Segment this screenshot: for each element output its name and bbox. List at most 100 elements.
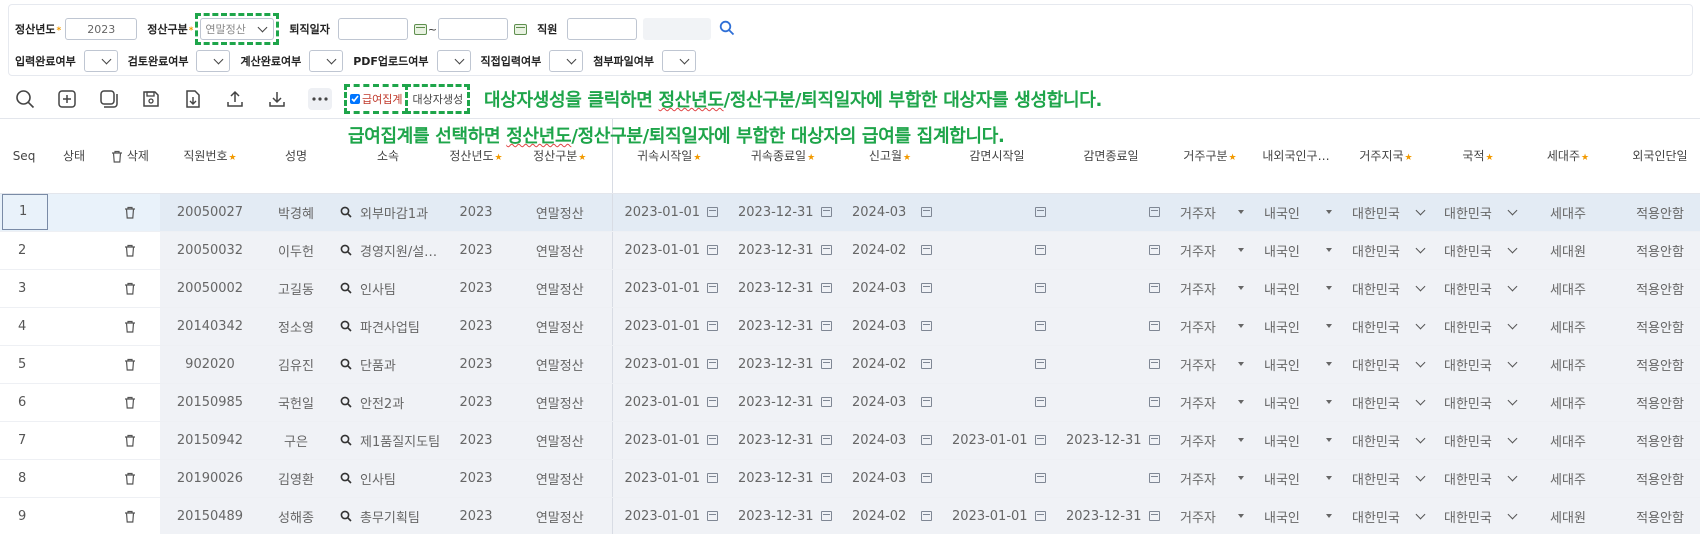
caret-down-icon[interactable] xyxy=(1238,400,1244,404)
caret-down-icon[interactable] xyxy=(1326,400,1332,404)
delete-cell[interactable] xyxy=(100,345,160,384)
type-cell[interactable]: 연말정산 xyxy=(508,193,612,232)
year-cell[interactable]: 2023 xyxy=(444,231,508,270)
calendar-icon[interactable] xyxy=(707,473,718,483)
table-row[interactable]: 8 20190026 김영환 인사팀 2023 연말정산 2023-01-01 … xyxy=(0,459,1700,498)
calendar-icon[interactable] xyxy=(921,511,932,521)
fx-cell[interactable]: 적용안함 xyxy=(1612,345,1700,384)
region-cell[interactable]: 대한민국 xyxy=(1340,459,1432,498)
calendar-icon[interactable] xyxy=(707,321,718,331)
calendar-icon[interactable] xyxy=(707,245,718,255)
end-date-cell[interactable]: 2023-12-31 xyxy=(726,421,840,460)
foreign-cell[interactable]: 내국인 xyxy=(1252,231,1340,270)
caret-down-icon[interactable] xyxy=(1238,362,1244,366)
trash-icon[interactable] xyxy=(124,509,136,524)
calendar-icon[interactable] xyxy=(707,397,718,407)
report-month-cell[interactable]: 2024-02 xyxy=(840,231,940,270)
end-date-cell[interactable]: 2023-12-31 xyxy=(726,345,840,384)
empno-cell[interactable]: 902020 xyxy=(160,345,260,384)
start-date-cell[interactable]: 2023-01-01 xyxy=(611,459,726,498)
nation-cell[interactable]: 대한민국 xyxy=(1432,497,1524,534)
pdf-upload-select[interactable] xyxy=(436,50,471,72)
foreign-cell[interactable]: 내국인 xyxy=(1252,269,1340,308)
trash-icon[interactable] xyxy=(124,395,136,410)
year-cell[interactable]: 2023 xyxy=(444,193,508,232)
delete-cell[interactable] xyxy=(100,307,160,346)
calendar-icon[interactable] xyxy=(821,283,832,293)
seq-cell[interactable]: 6 xyxy=(0,383,48,422)
exempt-end-cell[interactable] xyxy=(1054,307,1168,346)
head-cell[interactable]: 세대주 xyxy=(1524,421,1612,460)
caret-down-icon[interactable] xyxy=(1326,476,1332,480)
table-row[interactable]: 2 20050032 이두헌 경영지원/설… 2023 연말정산 2023-01… xyxy=(0,231,1700,270)
seq-cell[interactable]: 5 xyxy=(0,345,48,384)
report-month-cell[interactable]: 2024-03 xyxy=(840,459,940,498)
dept-cell[interactable]: 제1품질지도팀 xyxy=(332,421,444,460)
search-icon[interactable] xyxy=(340,319,352,334)
dept-cell[interactable]: 안전2과 xyxy=(332,383,444,422)
chevron-down-icon[interactable] xyxy=(1415,357,1426,367)
dept-cell[interactable]: 파견사업팀 xyxy=(332,307,444,346)
calendar-icon[interactable] xyxy=(1149,397,1160,407)
chevron-down-icon[interactable] xyxy=(1415,471,1426,481)
trash-icon[interactable] xyxy=(124,433,136,448)
calendar-icon[interactable] xyxy=(1149,511,1160,521)
exempt-end-cell[interactable]: 2023-12-31 xyxy=(1054,497,1168,534)
calendar-icon[interactable] xyxy=(921,435,932,445)
calendar-icon[interactable] xyxy=(707,435,718,445)
delete-cell[interactable] xyxy=(100,231,160,270)
search-icon[interactable] xyxy=(340,243,352,258)
empno-cell[interactable]: 20140342 xyxy=(160,307,260,346)
start-date-cell[interactable]: 2023-01-01 xyxy=(611,269,726,308)
nation-cell[interactable]: 대한민국 xyxy=(1432,383,1524,422)
save-icon[interactable] xyxy=(140,88,162,110)
caret-down-icon[interactable] xyxy=(1326,324,1332,328)
fx-cell[interactable]: 적용안함 xyxy=(1612,421,1700,460)
calendar-icon[interactable] xyxy=(821,359,832,369)
region-cell[interactable]: 대한민국 xyxy=(1340,269,1432,308)
dept-cell[interactable]: 경영지원/설… xyxy=(332,231,444,270)
attachment-select[interactable] xyxy=(661,50,696,72)
exempt-end-cell[interactable]: 2023-12-31 xyxy=(1054,421,1168,460)
caret-down-icon[interactable] xyxy=(1326,210,1332,214)
fx-cell[interactable]: 적용안함 xyxy=(1612,459,1700,498)
exempt-start-cell[interactable] xyxy=(940,269,1054,308)
type-cell[interactable]: 연말정산 xyxy=(508,345,612,384)
delete-cell[interactable] xyxy=(100,193,160,232)
name-cell[interactable]: 정소영 xyxy=(260,307,332,346)
calendar-icon[interactable] xyxy=(1035,473,1046,483)
search-icon[interactable] xyxy=(340,205,352,220)
start-date-cell[interactable]: 2023-01-01 xyxy=(611,307,726,346)
reside-cell[interactable]: 거주자 xyxy=(1168,497,1252,534)
calendar-icon[interactable] xyxy=(707,359,718,369)
year-cell[interactable]: 2023 xyxy=(444,307,508,346)
exempt-start-cell[interactable] xyxy=(940,307,1054,346)
calendar-icon[interactable] xyxy=(921,283,932,293)
calendar-icon[interactable] xyxy=(413,23,427,35)
chevron-down-icon[interactable] xyxy=(1507,395,1518,405)
seq-cell[interactable]: 2 xyxy=(0,231,48,270)
end-date-cell[interactable]: 2023-12-31 xyxy=(726,459,840,498)
head-cell[interactable]: 세대주 xyxy=(1524,269,1612,308)
caret-down-icon[interactable] xyxy=(1238,514,1244,518)
delete-cell[interactable] xyxy=(100,383,160,422)
table-row[interactable]: 7 20150942 구은 제1품질지도팀 2023 연말정산 2023-01-… xyxy=(0,421,1700,460)
caret-down-icon[interactable] xyxy=(1326,438,1332,442)
foreign-cell[interactable]: 내국인 xyxy=(1252,193,1340,232)
nation-cell[interactable]: 대한민국 xyxy=(1432,269,1524,308)
search-icon[interactable] xyxy=(340,395,352,410)
chevron-down-icon[interactable] xyxy=(1415,205,1426,215)
fx-cell[interactable]: 적용안함 xyxy=(1612,193,1700,232)
more-icon[interactable] xyxy=(308,88,332,110)
reside-cell[interactable]: 거주자 xyxy=(1168,269,1252,308)
head-cell[interactable]: 세대원 xyxy=(1524,231,1612,270)
chevron-down-icon[interactable] xyxy=(1415,319,1426,329)
delete-cell[interactable] xyxy=(100,497,160,534)
chevron-down-icon[interactable] xyxy=(1507,243,1518,253)
year-cell[interactable]: 2023 xyxy=(444,345,508,384)
search-icon[interactable] xyxy=(719,20,735,39)
report-month-cell[interactable]: 2024-03 xyxy=(840,269,940,308)
name-cell[interactable]: 김유진 xyxy=(260,345,332,384)
payroll-label[interactable]: 급여집계 xyxy=(362,91,402,107)
delete-cell[interactable] xyxy=(100,269,160,308)
